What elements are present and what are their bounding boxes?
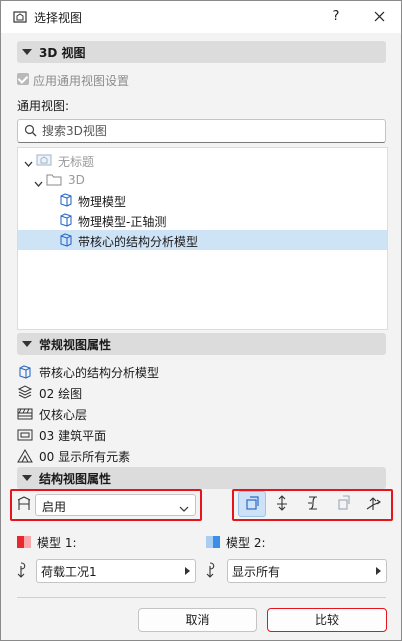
view-tree[interactable]: 无标题 3D 物理模型 物理模型-正轴测 带核心的结构分析模型: [17, 147, 388, 330]
section-3d-view-title: 3D 视图: [39, 46, 86, 60]
collapse-caret-icon[interactable]: [22, 49, 32, 55]
cancel-button[interactable]: 取消: [138, 608, 257, 632]
load-arrows-icon[interactable]: [274, 495, 290, 511]
chevron-right-icon[interactable]: [185, 567, 190, 575]
search-icon: [24, 124, 37, 140]
section-general-props-header[interactable]: 常规视图属性: [17, 333, 386, 355]
model-view-icon: [17, 427, 33, 446]
section-struct-props-header[interactable]: 结构视图属性: [17, 467, 386, 489]
help-button[interactable]: ?: [326, 7, 346, 27]
model1-load-case-picker[interactable]: 荷载工况1: [36, 559, 196, 583]
search-box[interactable]: [17, 119, 386, 143]
model1-label: 模型 1:: [37, 536, 77, 550]
section-struct-props-title: 结构视图属性: [39, 472, 112, 486]
expand-chevron-icon[interactable]: [24, 156, 33, 170]
compare-button[interactable]: 比较: [267, 608, 387, 632]
chevron-right-icon[interactable]: [376, 567, 381, 575]
select-view-dialog: 选择视图 ? 3D 视图 应用通用视图设置 通用视图: 无标题: [0, 0, 402, 641]
tool-axes[interactable]: [360, 491, 386, 515]
partial-structure-icon: [17, 406, 33, 425]
layer-combination-icon: [17, 385, 33, 404]
tree-item-label: 物理模型: [78, 195, 127, 209]
prop-row-text: 仅核心层: [39, 408, 88, 422]
load-case-icon: [206, 562, 220, 581]
tool-analytical-model[interactable]: [238, 491, 266, 517]
release-icon[interactable]: [305, 495, 321, 511]
prop-row-text: 03 建筑平面: [39, 429, 107, 443]
model2-picker-value: 显示所有: [232, 565, 281, 579]
section-3d-view-header[interactable]: 3D 视图: [17, 41, 386, 63]
prop-row-text: 02 绘图: [39, 387, 83, 401]
view-icon: [17, 364, 33, 383]
window-title: 选择视图: [34, 11, 83, 25]
section-general-props-title: 常规视图属性: [39, 338, 112, 352]
chevron-down-icon[interactable]: [179, 501, 189, 515]
prop-row-text: 00 显示所有元素: [39, 450, 131, 464]
model2-label: 模型 2:: [226, 536, 266, 550]
model1-color-swatch: [17, 536, 31, 548]
tree-item-label: 带核心的结构分析模型: [78, 235, 199, 249]
search-input[interactable]: [40, 122, 374, 140]
folder-icon: [46, 172, 62, 189]
cube-view-icon: [58, 192, 74, 211]
enable-select[interactable]: 启用: [35, 494, 196, 516]
model2-load-case-picker[interactable]: 显示所有: [227, 559, 387, 583]
title-bar: 选择视图 ?: [1, 1, 401, 33]
analytical-model-icon[interactable]: [244, 496, 260, 512]
tree-item-label: 无标题: [58, 155, 95, 169]
local-axes-icon[interactable]: [365, 495, 381, 511]
filter-elements-icon: [17, 448, 33, 467]
collapse-caret-icon[interactable]: [22, 341, 32, 347]
collapse-caret-icon[interactable]: [22, 475, 32, 481]
model1-picker-value: 荷载工况1: [41, 565, 97, 579]
app-icon: [13, 10, 27, 27]
tool-supports[interactable]: [331, 491, 357, 515]
common-views-label: 通用视图:: [17, 99, 70, 113]
cube-view-icon: [58, 212, 74, 231]
model2-color-swatch: [206, 536, 220, 548]
apply-common-settings-label: 应用通用视图设置: [33, 74, 130, 88]
load-case-icon: [17, 562, 31, 581]
tree-item-label: 3D: [68, 173, 85, 187]
structural-display-icon: [16, 495, 32, 514]
support-icon[interactable]: [336, 495, 352, 511]
expand-chevron-icon[interactable]: [34, 176, 43, 190]
tree-item-untitled[interactable]: 无标题: [18, 150, 387, 170]
view-set-icon: [36, 152, 52, 169]
enable-select-value: 启用: [42, 500, 67, 514]
cube-view-icon: [58, 232, 74, 251]
apply-common-settings-checkbox[interactable]: [17, 73, 29, 85]
prop-row-text: 带核心的结构分析模型: [39, 366, 160, 380]
tool-loads[interactable]: [269, 491, 295, 515]
tree-item-3d-folder[interactable]: 3D: [18, 170, 387, 190]
tree-item-label: 物理模型-正轴测: [78, 215, 167, 229]
tree-item-physical-model[interactable]: 物理模型: [18, 190, 387, 210]
tree-item-structural-analytical-model[interactable]: 带核心的结构分析模型: [18, 230, 387, 250]
close-icon[interactable]: [374, 11, 385, 22]
tool-releases[interactable]: [300, 491, 326, 515]
tree-item-physical-model-axonometric[interactable]: 物理模型-正轴测: [18, 210, 387, 230]
footer-divider: [17, 597, 386, 598]
close-button[interactable]: [368, 7, 390, 27]
